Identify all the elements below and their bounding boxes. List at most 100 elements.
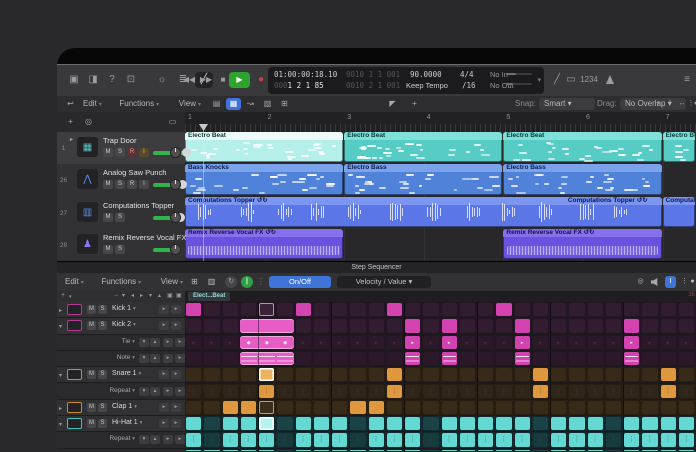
step-cell[interactable] — [223, 368, 238, 381]
stepseq-menu-view[interactable]: View▾ — [161, 276, 183, 288]
subrow-decrement[interactable]: ▾ — [139, 435, 149, 444]
step-cell[interactable] — [350, 450, 365, 451]
step-cell[interactable]: ▸ — [478, 336, 493, 349]
row-name[interactable]: Hi-Hat 1 ▾ — [112, 419, 142, 426]
step-cell[interactable] — [369, 417, 384, 430]
step-cell[interactable] — [496, 417, 511, 430]
step-cell[interactable] — [588, 401, 603, 414]
step-cell[interactable]: ⋮ — [569, 433, 584, 446]
step-cell[interactable] — [460, 450, 475, 451]
step-cell[interactable] — [533, 368, 548, 381]
step-cell[interactable]: ⋮ — [606, 433, 621, 446]
row-mute-button[interactable]: M — [87, 403, 96, 412]
editors-grid-icon[interactable]: ▤ — [209, 98, 224, 110]
row-header-kick-2[interactable]: ▾MSKick 2 ▾▸▸ — [57, 318, 185, 334]
step-cell[interactable]: ⋮ — [314, 385, 329, 398]
track-lane[interactable]: Computations Topper ↺↻Computations Toppe… — [185, 197, 696, 230]
add-row-caret[interactable]: ▾ — [69, 294, 72, 300]
step-cell[interactable] — [241, 417, 256, 430]
step-cell[interactable]: ⋮ — [679, 433, 694, 446]
step-cell[interactable] — [259, 401, 274, 414]
pattern-region-icon[interactable]: ▥ — [204, 276, 219, 288]
step-cell[interactable]: ▸ — [679, 336, 694, 349]
track-i-button[interactable]: I — [139, 148, 149, 157]
step-cell[interactable] — [332, 401, 347, 414]
step-cell[interactable]: ⋮ — [642, 433, 657, 446]
step-cell[interactable] — [442, 401, 457, 414]
step-cell[interactable] — [387, 319, 402, 332]
step-cell[interactable] — [350, 303, 365, 316]
step-cell[interactable] — [223, 450, 238, 451]
step-cell[interactable] — [405, 417, 420, 430]
step-cell[interactable] — [661, 450, 676, 451]
step-cell[interactable] — [478, 450, 493, 451]
step-cell[interactable] — [241, 368, 256, 381]
step-cell[interactable] — [460, 319, 475, 332]
step-cell[interactable]: ⋮ — [515, 385, 530, 398]
row-action-b[interactable]: ▸ — [171, 321, 181, 330]
lcd-display[interactable]: 01:00:00:18.10 0001 2 1 85 0010 1 1 001 … — [268, 67, 544, 94]
row-action-icon[interactable]: ▣ — [167, 292, 173, 299]
step-cell[interactable] — [387, 417, 402, 430]
step-cell[interactable] — [204, 368, 219, 381]
step-cell[interactable] — [314, 352, 329, 365]
step-rate-caret[interactable]: ▾ — [122, 292, 125, 299]
step-cell[interactable]: ⋮ — [204, 385, 219, 398]
subrow-decrement[interactable]: ▾ — [139, 387, 149, 396]
region[interactable]: Electro Beat — [503, 132, 661, 162]
subrow-action-b[interactable]: ▸ — [175, 338, 185, 347]
step-cell[interactable] — [551, 450, 566, 451]
step-cell[interactable] — [423, 303, 438, 316]
step-cell[interactable] — [369, 401, 384, 414]
step-cell[interactable] — [661, 352, 676, 365]
step-cell[interactable]: ⋮ — [314, 433, 329, 446]
step-cell[interactable]: ⋮ — [369, 385, 384, 398]
record-steps-icon[interactable]: ◎ — [635, 276, 646, 288]
step-cell[interactable]: ⋮ — [241, 433, 256, 446]
step-rate-icon[interactable]: → — [113, 292, 119, 298]
step-cell[interactable]: ⋮ — [423, 385, 438, 398]
step-cell[interactable] — [387, 450, 402, 451]
step-cell[interactable]: ⋮ — [277, 385, 292, 398]
step-cell[interactable] — [332, 352, 347, 365]
step-cell[interactable]: ⋮ — [661, 385, 676, 398]
step-cell[interactable] — [533, 450, 548, 451]
step-cell[interactable] — [350, 401, 365, 414]
step-cell[interactable] — [241, 450, 256, 451]
step-cell[interactable] — [642, 352, 657, 365]
step-cell[interactable] — [569, 417, 584, 430]
step-cell[interactable]: ▸ — [223, 336, 238, 349]
step-cell[interactable] — [387, 401, 402, 414]
row-disclosure-icon[interactable]: ▾ — [59, 372, 62, 379]
onoff-toggle[interactable]: On/Off — [269, 276, 331, 288]
step-cell[interactable] — [533, 319, 548, 332]
step-cell[interactable] — [314, 417, 329, 430]
track-s-button[interactable]: S — [115, 213, 125, 222]
step-cell[interactable] — [569, 401, 584, 414]
step-cell[interactable] — [679, 417, 694, 430]
step-cell[interactable] — [442, 368, 457, 381]
preview-speaker-icon[interactable] — [651, 276, 660, 288]
step-cell[interactable] — [405, 352, 420, 365]
step-cell[interactable] — [515, 401, 530, 414]
row-disclosure-icon[interactable]: ▸ — [59, 307, 62, 314]
command-tool-select[interactable]: + — [407, 98, 422, 110]
step-cell[interactable] — [240, 319, 258, 332]
step-cell[interactable] — [533, 417, 548, 430]
row-name[interactable]: Kick 1 ▾ — [112, 305, 136, 312]
step-cell[interactable] — [423, 450, 438, 451]
step-cell[interactable]: ⋮ — [350, 385, 365, 398]
track-i-button[interactable]: I — [139, 180, 149, 189]
step-cell[interactable] — [369, 352, 384, 365]
subrow-decrement[interactable]: ▾ — [139, 354, 149, 363]
step-cell[interactable]: ⋮ — [624, 433, 639, 446]
step-cell[interactable]: ⋮ — [460, 385, 475, 398]
subrow-name[interactable]: Tie ▾ — [65, 338, 135, 345]
step-cell[interactable] — [569, 450, 584, 451]
track-header[interactable]: 27▥Computations TopperMS — [57, 197, 185, 230]
step-cell[interactable]: ⋮ — [387, 433, 402, 446]
step-cell[interactable]: ▸ — [296, 336, 311, 349]
row-name[interactable]: Kick 2 ▾ — [112, 321, 136, 328]
step-cell[interactable] — [661, 303, 676, 316]
step-cell[interactable] — [387, 352, 402, 365]
